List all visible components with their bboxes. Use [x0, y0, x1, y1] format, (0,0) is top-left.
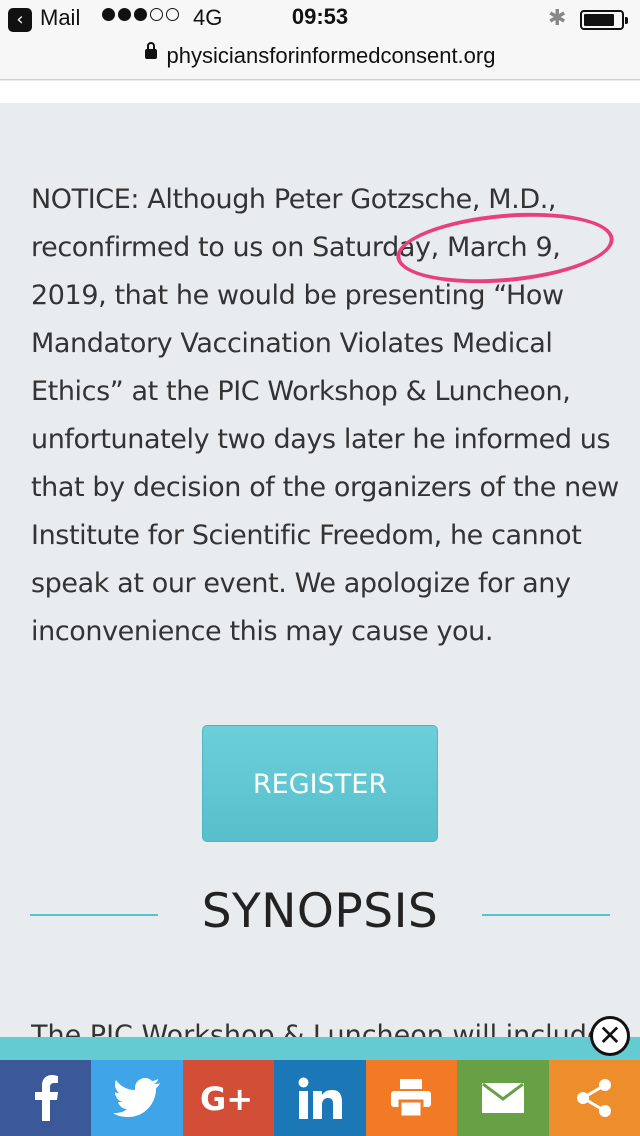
page-header-strip: [0, 81, 640, 103]
url-bar[interactable]: physiciansforinformedconsent.org: [0, 40, 640, 80]
battery-icon: [580, 10, 628, 30]
printer-icon: [391, 1079, 432, 1117]
share-facebook-button[interactable]: [0, 1060, 92, 1136]
close-icon[interactable]: ✕: [590, 1016, 630, 1056]
share-icon: [577, 1079, 612, 1117]
twitter-icon: [113, 1078, 161, 1117]
envelope-icon: [481, 1083, 524, 1113]
url-text[interactable]: physiciansforinformedconsent.org: [167, 40, 496, 72]
facebook-icon: [34, 1075, 58, 1121]
divider-right: [482, 914, 610, 916]
share-linkedin-button[interactable]: [274, 1060, 366, 1136]
share-bar: G+: [0, 1060, 640, 1136]
svg-text:G+: G+: [200, 1081, 253, 1115]
share-bar-top-strip: [0, 1037, 640, 1060]
linkedin-icon: [298, 1077, 342, 1119]
share-twitter-button[interactable]: [91, 1060, 183, 1136]
register-button[interactable]: REGISTER: [202, 725, 438, 842]
share-more-button[interactable]: [548, 1060, 640, 1136]
synopsis-heading: SYNOPSIS: [201, 884, 439, 939]
status-bar: ‹ Mail 4G 09:53 ✱: [0, 0, 640, 40]
lock-icon: [144, 42, 157, 59]
share-email-button[interactable]: [457, 1060, 549, 1136]
clock: 09:53: [291, 4, 349, 29]
google-plus-icon: G+: [200, 1081, 253, 1115]
share-google-plus-button[interactable]: G+: [182, 1060, 275, 1136]
share-print-button[interactable]: [365, 1060, 458, 1136]
bluetooth-icon: ✱: [548, 6, 567, 31]
